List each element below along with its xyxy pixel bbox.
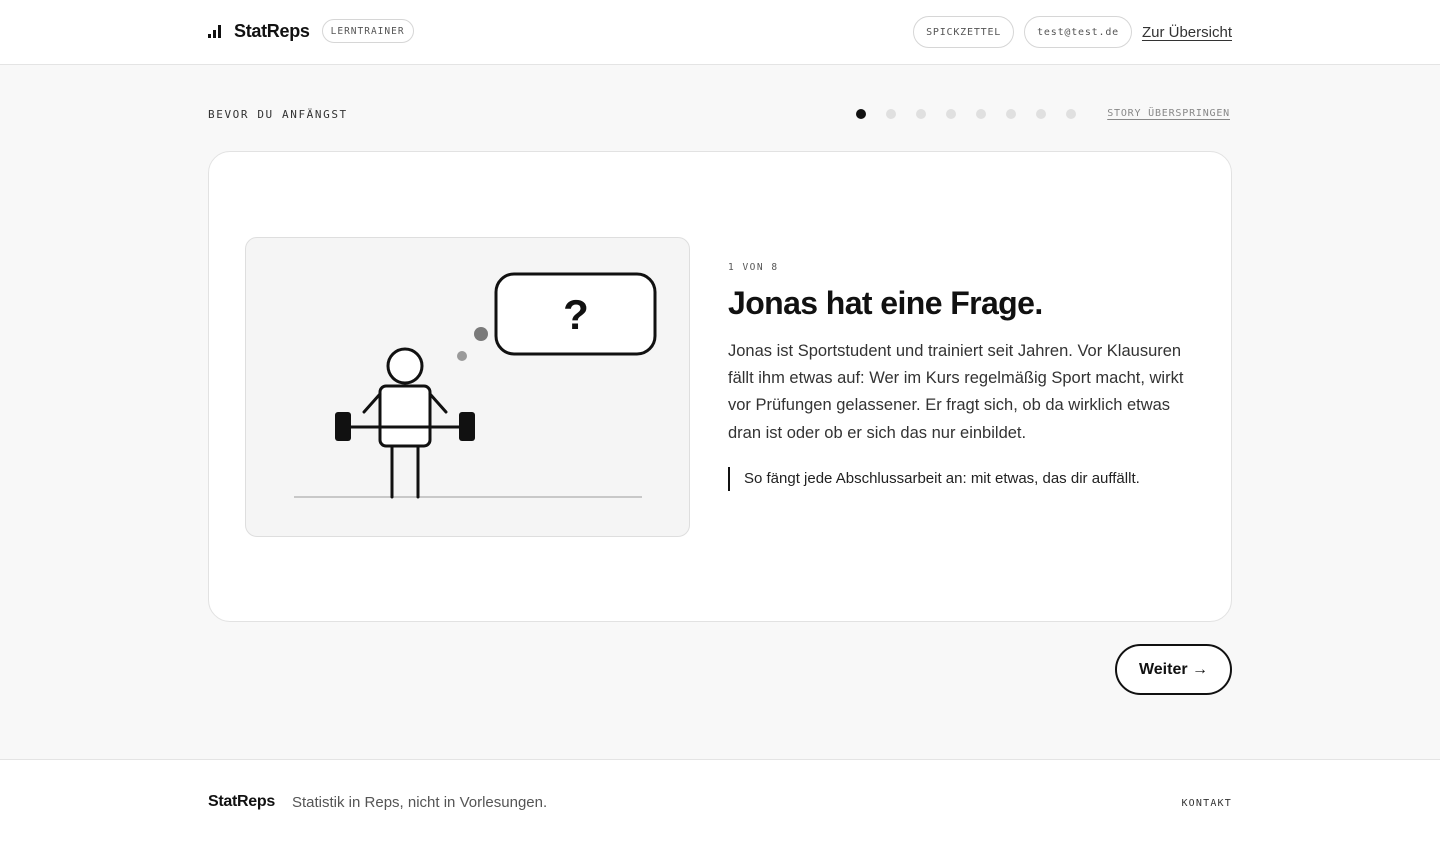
step-counter: 1 VON 8 [728,262,779,273]
figure-arm-left [362,392,382,414]
progress-dot-8[interactable] [1066,109,1076,119]
footer-tagline: Statistik in Reps, nicht in Vorlesungen. [292,794,548,811]
person-figure [348,347,462,499]
contact-link[interactable]: KONTAKT [1181,798,1232,809]
figure-torso [378,384,432,448]
skip-story-link[interactable]: STORY ÜBERSPRINGEN [1107,108,1230,119]
progress-dot-3[interactable] [916,109,926,119]
story-content: 1 VON 8 Jonas hat eine Frage. Jonas ist … [728,262,1198,491]
footer-brand[interactable]: StatReps [208,793,275,811]
bar-chart-icon [208,24,224,38]
story-illustration: ? [245,237,690,537]
question-mark: ? [563,291,589,338]
story-card: ? 1 VON 8 Jonas hat eine Frage. Jonas is… [208,151,1232,622]
thought-dot-small [457,351,467,361]
barbell-plate-right [459,412,475,441]
thought-dot-large [474,327,488,341]
figure-arm-right [428,392,448,414]
figure-head [386,347,424,385]
progress-dot-5[interactable] [976,109,986,119]
progress-dot-1[interactable] [856,109,866,119]
overview-link[interactable]: Zur Übersicht [1142,24,1232,41]
story-title: Jonas hat eine Frage. [728,285,1043,321]
next-button[interactable]: Weiter → [1115,644,1232,695]
section-eyebrow: BEVOR DU ANFÄNGST [208,108,348,121]
story-body: Jonas ist Sportstudent und trainiert sei… [728,341,1184,442]
story-quote: So fängt jede Abschlussarbeit an: mit et… [728,466,1198,491]
cheatsheet-button[interactable]: SPICKZETTEL [913,16,1015,48]
story-progress [856,109,1076,119]
user-email-button[interactable]: test@test.de [1024,16,1132,48]
thought-bubble: ? [457,272,657,361]
header-actions: SPICKZETTEL test@test.de Zur Übersicht [913,16,1232,48]
progress-dot-6[interactable] [1006,109,1016,119]
site-footer: StatReps Statistik in Reps, nicht in Vor… [0,759,1440,864]
site-header: StatReps LERNTRAINER SPICKZETTEL test@te… [0,0,1440,65]
mode-badge: LERNTRAINER [321,19,414,43]
brand-name[interactable]: StatReps [234,21,310,42]
barbell-plate-left [335,412,351,441]
progress-dot-2[interactable] [886,109,896,119]
progress-dot-4[interactable] [946,109,956,119]
weightlifter-illustration: ? [294,272,657,499]
brand[interactable]: StatReps LERNTRAINER [208,19,414,43]
progress-dot-7[interactable] [1036,109,1046,119]
